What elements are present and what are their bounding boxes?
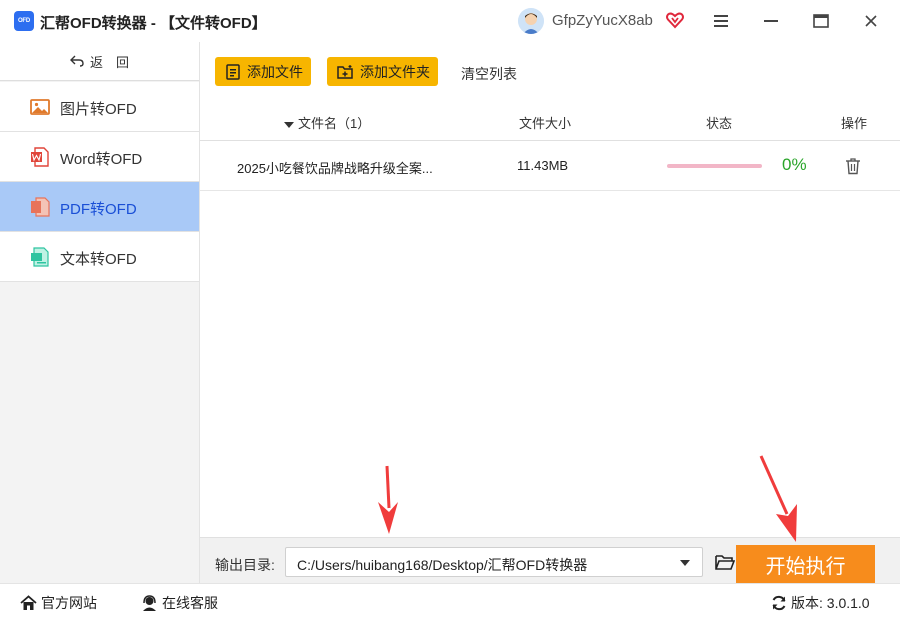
online-service-label: 在线客服 xyxy=(162,595,218,611)
customer-service-icon xyxy=(143,595,156,611)
maximize-icon[interactable] xyxy=(808,8,834,34)
menu-icon[interactable] xyxy=(708,8,734,34)
toolbar: 添加文件 添加文件夹 清空列表 xyxy=(200,42,900,100)
clear-list-button[interactable]: 清空列表 xyxy=(461,64,517,84)
image-icon xyxy=(30,97,50,117)
output-dir-select[interactable]: C:/Users/huibang168/Desktop/汇帮OFD转换器 xyxy=(285,547,703,577)
add-file-label: 添加文件 xyxy=(247,63,303,80)
progress-percent: 0% xyxy=(782,155,807,174)
column-header-status: 状态 xyxy=(706,116,733,131)
title-bar: OFD 汇帮OFD转换器 - 【文件转OFD】 GfpZyYucX8ab xyxy=(0,0,900,42)
file-size: 11.43MB xyxy=(517,158,569,173)
chevron-down-icon xyxy=(680,560,690,566)
back-label: 返 回 xyxy=(89,54,129,70)
output-bar: 输出目录: C:/Users/huibang168/Desktop/汇帮OFD转… xyxy=(200,537,900,583)
back-button[interactable]: 返 回 xyxy=(0,42,199,81)
status-bar: 官方网站 在线客服 版本: 3.0.1.0 xyxy=(0,583,900,617)
add-folder-label: 添加文件夹 xyxy=(360,63,430,80)
online-service-link[interactable]: 在线客服 xyxy=(141,593,218,613)
output-dir-path: C:/Users/huibang168/Desktop/汇帮OFD转换器 xyxy=(297,557,588,573)
word-icon xyxy=(30,147,50,167)
window-title: 汇帮OFD转换器 - 【文件转OFD】 xyxy=(40,15,267,32)
delete-icon[interactable] xyxy=(845,157,861,175)
column-header-name[interactable]: 文件名（1） xyxy=(284,113,370,132)
sidebar-item-label: Word转OFD xyxy=(60,151,143,168)
open-folder-icon[interactable] xyxy=(715,553,736,571)
sidebar-item-word-to-ofd[interactable]: Word转OFD xyxy=(0,132,199,182)
sort-down-icon xyxy=(284,121,294,128)
add-file-icon xyxy=(226,63,240,80)
refresh-icon xyxy=(772,595,786,611)
start-button[interactable]: 开始执行 xyxy=(736,545,875,583)
file-list-area xyxy=(200,191,900,537)
version-info[interactable]: 版本: 3.0.1.0 xyxy=(771,593,870,613)
column-header-size: 文件大小 xyxy=(519,116,572,131)
official-site-link[interactable]: 官方网站 xyxy=(20,593,97,613)
progress-bar xyxy=(667,164,762,168)
app-logo-icon: OFD xyxy=(14,11,34,31)
back-arrow-icon xyxy=(69,55,84,67)
sidebar-item-label: 文本转OFD xyxy=(60,251,137,268)
add-folder-icon xyxy=(337,64,353,79)
table-header: 文件名（1） 文件大小 状态 操作 xyxy=(200,100,900,141)
table-row[interactable]: 2025小吃餐饮品牌战略升级全案... 11.43MB 0% xyxy=(200,141,900,191)
column-header-name-label: 文件名（1） xyxy=(298,116,371,131)
text-file-icon xyxy=(30,247,50,267)
vip-heart-icon[interactable] xyxy=(665,10,685,30)
sidebar-item-text-to-ofd[interactable]: 文本转OFD xyxy=(0,232,199,282)
close-icon[interactable] xyxy=(858,8,884,34)
username[interactable]: GfpZyYucX8ab xyxy=(552,12,653,29)
sidebar-item-label: 图片转OFD xyxy=(60,101,137,118)
sidebar-item-image-to-ofd[interactable]: 图片转OFD xyxy=(0,82,199,132)
file-name: 2025小吃餐饮品牌战略升级全案... xyxy=(237,161,433,176)
add-file-button[interactable]: 添加文件 xyxy=(215,57,311,86)
minimize-icon[interactable] xyxy=(758,8,784,34)
version-label: 版本: 3.0.1.0 xyxy=(791,595,870,611)
sidebar: 返 回 图片转OFD Word转OFD PDF转OFD 文本转OFD xyxy=(0,42,200,583)
add-folder-button[interactable]: 添加文件夹 xyxy=(327,57,438,86)
user-avatar[interactable] xyxy=(518,8,544,34)
sidebar-item-label: PDF转OFD xyxy=(60,201,137,218)
output-dir-label: 输出目录: xyxy=(215,557,275,573)
pdf-icon xyxy=(30,197,50,217)
column-header-action: 操作 xyxy=(841,116,868,131)
home-icon xyxy=(20,595,37,610)
official-site-label: 官方网站 xyxy=(41,595,97,611)
sidebar-item-pdf-to-ofd[interactable]: PDF转OFD xyxy=(0,182,199,232)
